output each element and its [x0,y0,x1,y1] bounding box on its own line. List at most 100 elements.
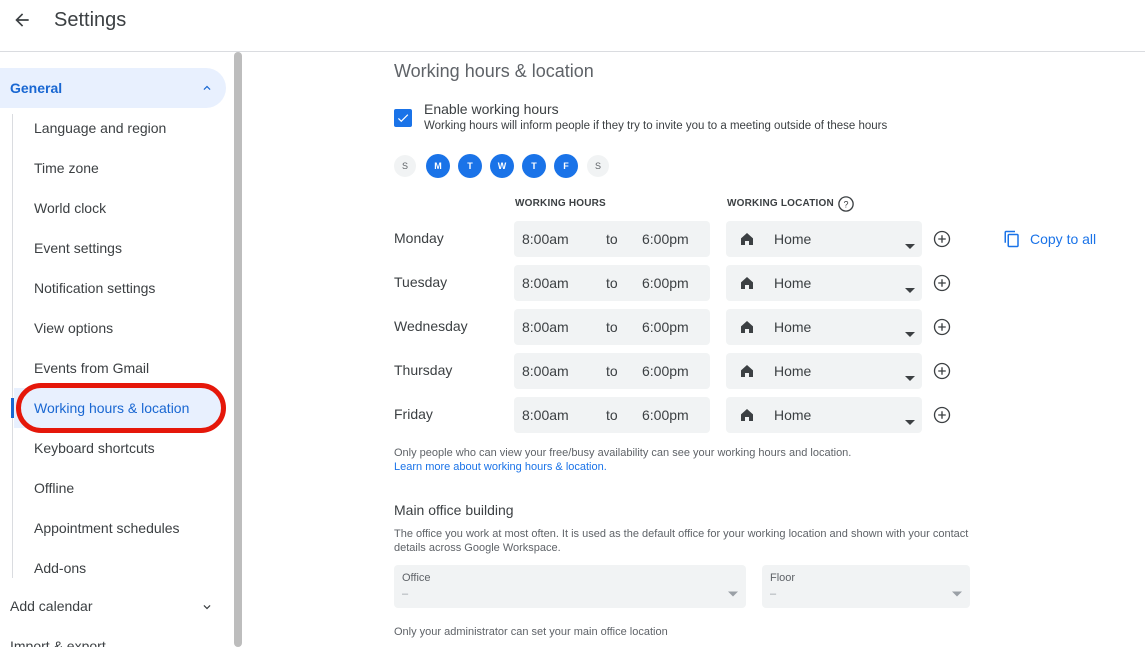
visibility-note: Only people who can view your free/busy … [394,447,852,459]
office-select-value: – [402,588,409,600]
add-location-icon[interactable] [932,361,952,381]
location-value-wednesday: Home [774,319,812,335]
sidebar-item-event-settings[interactable]: Event settings [34,238,122,258]
location-select-thursday[interactable]: Home [726,353,922,389]
day-toggle-friday[interactable]: F [554,154,578,178]
chevron-down-icon[interactable] [200,600,214,619]
add-location-icon[interactable] [932,317,952,337]
sidebar-section-add-calendar[interactable]: Add calendar [10,598,93,614]
sidebar-item-working-hours-label: Working hours & location [34,400,190,416]
sidebar-item-language-region[interactable]: Language and region [34,118,166,138]
sidebar-section-general-label: General [10,80,63,96]
copy-to-all-button[interactable]: Copy to all [1003,228,1096,250]
sidebar-item-time-zone[interactable]: Time zone [34,158,99,178]
dropdown-arrow-icon [905,412,915,430]
day-toggle-saturday[interactable]: S [587,155,609,177]
office-select[interactable]: Office – [394,565,746,608]
sidebar-item-view-options[interactable]: View options [34,318,113,338]
location-value-monday: Home [774,231,812,247]
location-select-monday[interactable]: Home [726,221,922,257]
help-icon[interactable]: ? [837,195,855,218]
svg-text:?: ? [843,199,848,209]
home-icon [739,363,755,384]
add-location-icon[interactable] [932,273,952,293]
day-label-monday: Monday [394,230,444,246]
home-icon [739,231,755,252]
chevron-up-icon [200,81,214,100]
sidebar-item-appointment-schedules[interactable]: Appointment schedules [34,518,180,538]
back-arrow-icon[interactable] [10,8,34,32]
working-hours-thursday: 8:00am to 6:00pm [514,353,710,389]
floor-select-value: – [770,588,777,600]
sidebar-item-world-clock[interactable]: World clock [34,198,106,218]
day-label-wednesday: Wednesday [394,318,468,334]
start-time-thursday[interactable]: 8:00am [522,363,569,379]
section-title: Working hours & location [394,61,594,81]
column-header-working-location: WORKING LOCATION [727,198,834,209]
start-time-tuesday[interactable]: 8:00am [522,275,569,291]
admin-note: Only your administrator can set your mai… [394,626,668,638]
copy-icon [1004,230,1019,248]
sidebar-section-import-export[interactable]: Import & export [10,638,106,647]
working-hours-monday: 8:00am to 6:00pm [514,221,710,257]
end-time-monday[interactable]: 6:00pm [642,231,689,247]
home-icon [739,407,755,428]
to-label: to [606,407,618,423]
sidebar-scrollbar[interactable] [234,52,242,647]
page-title: Settings [54,9,127,31]
day-toggle-tuesday[interactable]: T [458,154,482,178]
dropdown-arrow-icon [905,368,915,386]
enable-working-hours-checkbox[interactable] [394,109,412,127]
to-label: to [606,231,618,247]
dropdown-arrow-icon [728,584,738,602]
copy-to-all-label: Copy to all [1030,231,1097,247]
day-toggle-sunday[interactable]: S [394,155,416,177]
start-time-wednesday[interactable]: 8:00am [522,319,569,335]
location-value-friday: Home [774,407,812,423]
start-time-friday[interactable]: 8:00am [522,407,569,423]
day-label-thursday: Thursday [394,362,453,378]
active-indicator [11,398,14,418]
dropdown-arrow-icon [952,584,962,602]
app-header: Settings [0,0,1145,52]
location-value-tuesday: Home [774,275,812,291]
to-label: to [606,275,618,291]
learn-more-link[interactable]: Learn more about working hours & locatio… [394,461,607,473]
location-select-wednesday[interactable]: Home [726,309,922,345]
working-hours-friday: 8:00am to 6:00pm [514,397,710,433]
to-label: to [606,319,618,335]
home-icon [739,319,755,340]
add-location-icon[interactable] [932,229,952,249]
sidebar-item-notification-settings[interactable]: Notification settings [34,278,155,298]
working-hours-wednesday: 8:00am to 6:00pm [514,309,710,345]
day-toggle-monday[interactable]: M [426,154,450,178]
enable-working-hours-label: Enable working hours [424,101,559,117]
sidebar-item-events-from-gmail[interactable]: Events from Gmail [34,358,149,378]
start-time-monday[interactable]: 8:00am [522,231,569,247]
location-select-tuesday[interactable]: Home [726,265,922,301]
end-time-thursday[interactable]: 6:00pm [642,363,689,379]
main-office-title: Main office building [394,502,514,518]
end-time-friday[interactable]: 6:00pm [642,407,689,423]
check-icon [397,114,409,123]
end-time-wednesday[interactable]: 6:00pm [642,319,689,335]
tree-line [12,114,13,578]
location-select-friday[interactable]: Home [726,397,922,433]
day-label-tuesday: Tuesday [394,274,448,290]
sidebar-item-working-hours-location[interactable]: Working hours & location [14,388,226,428]
working-hours-tuesday: 8:00am to 6:00pm [514,265,710,301]
end-time-tuesday[interactable]: 6:00pm [642,275,689,291]
sidebar-section-general[interactable]: General [0,68,226,108]
sidebar-item-keyboard-shortcuts[interactable]: Keyboard shortcuts [34,438,155,458]
main-office-description: The office you work at most often. It is… [394,528,969,554]
day-toggle-thursday[interactable]: T [522,154,546,178]
floor-select-label: Floor [770,572,796,584]
add-location-icon[interactable] [932,405,952,425]
day-toggle-wednesday[interactable]: W [490,154,514,178]
sidebar-item-offline[interactable]: Offline [34,478,74,498]
location-value-thursday: Home [774,363,812,379]
to-label: to [606,363,618,379]
floor-select[interactable]: Floor – [762,565,970,608]
day-label-friday: Friday [394,406,433,422]
sidebar-item-add-ons[interactable]: Add-ons [34,558,86,578]
